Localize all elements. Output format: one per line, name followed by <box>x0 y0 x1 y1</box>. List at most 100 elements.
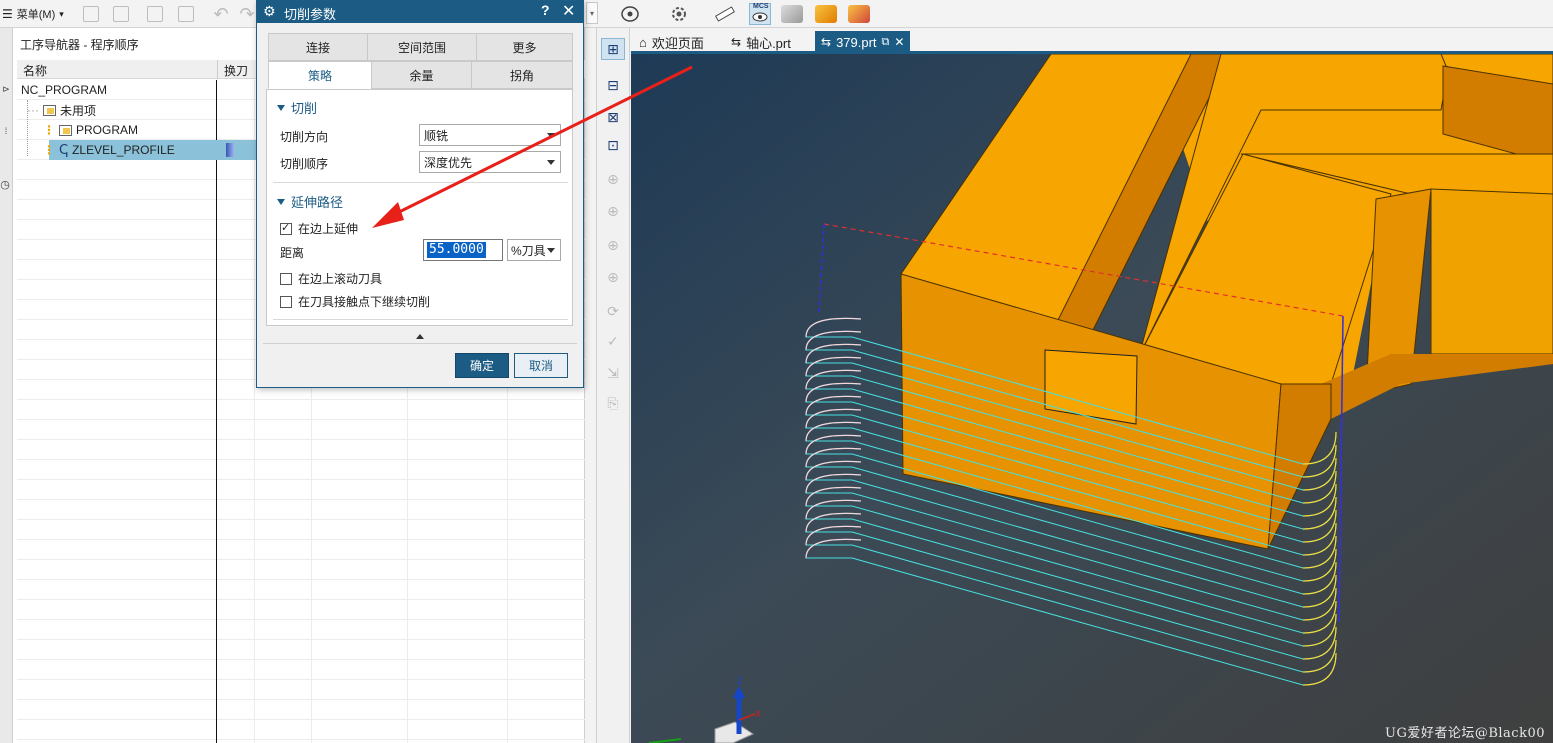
table-row <box>17 520 585 540</box>
measure-icon[interactable] <box>714 3 736 25</box>
continue-cut-label: 在刀具接触点下继续切削 <box>298 295 431 309</box>
chevron-down-icon: ▾ <box>59 8 64 19</box>
top-toolbar: ☰ 菜单(M) ▾ ↶ ↷ ▾ MCS <box>0 0 1553 28</box>
tab-more[interactable]: 更多 <box>476 33 573 61</box>
tool-change-icon <box>226 143 234 157</box>
gear-icon: ⚙ <box>263 3 276 19</box>
create-method-icon[interactable]: ⊕ <box>601 266 625 288</box>
undo-icon[interactable]: ↶ <box>210 3 232 25</box>
redo-icon[interactable]: ↷ <box>236 3 258 25</box>
cancel-button[interactable]: 取消 <box>514 353 568 378</box>
section-cut-header[interactable]: 切削 <box>277 98 317 117</box>
table-row <box>17 500 585 520</box>
distance-input[interactable]: 55.0000 <box>423 239 503 261</box>
mcs-label: MCS <box>753 3 769 10</box>
close-button[interactable]: ✕ <box>562 1 575 21</box>
menu-label: 菜单(M) <box>16 9 56 21</box>
cut-parameters-dialog: ⚙ 切削参数 ? ✕ 连接 空间范围 更多 策略 余量 拐角 切削 切削方向 顺… <box>256 0 584 388</box>
create-program-icon[interactable]: ⊕ <box>601 168 625 190</box>
select-value: %刀具 <box>511 243 546 258</box>
generate-toolpath-icon[interactable]: ⟳ <box>601 300 625 322</box>
table-row <box>17 620 585 640</box>
tree-item-program[interactable]: ⋮ PROGRAM <box>43 120 138 140</box>
extend-on-edge-checkbox[interactable] <box>280 221 292 235</box>
tree-item-nc-program[interactable]: NC_PROGRAM <box>21 80 107 100</box>
roll-tool-checkbox[interactable] <box>280 272 292 285</box>
folder-icon <box>43 104 56 116</box>
popout-icon[interactable]: ⧉ <box>882 36 890 49</box>
tab-space-range[interactable]: 空间范围 <box>367 33 477 61</box>
nav-pin-icon[interactable]: ⊳ <box>0 84 12 100</box>
save-icon[interactable] <box>144 3 166 25</box>
program-order-view-icon[interactable]: ⊞ <box>601 38 625 60</box>
dialog-title: 切削参数 <box>284 7 337 22</box>
continue-cut-checkbox[interactable] <box>280 295 292 308</box>
method-icon[interactable] <box>848 3 870 25</box>
column-name[interactable]: 名称 <box>23 62 47 79</box>
view-triad-icon[interactable] <box>620 3 642 25</box>
tree-item-label: 未用项 <box>60 103 97 118</box>
postprocess-icon[interactable]: ⇲ <box>601 362 625 384</box>
tab-welcome[interactable]: ⌂ 欢迎页面 <box>633 31 710 53</box>
tab-strategy[interactable]: 策略 <box>268 61 372 89</box>
tab-label: 379.prt <box>836 34 877 50</box>
settings-icon[interactable] <box>668 3 690 25</box>
tree-item-label: ZLEVEL_PROFILE <box>72 143 175 157</box>
geometry-icon[interactable] <box>815 3 837 25</box>
ok-button[interactable]: 确定 <box>455 353 509 378</box>
cut-order-select[interactable]: 深度优先 <box>419 151 561 173</box>
collapse-up-icon[interactable] <box>416 334 424 339</box>
tree-item-zlevel-profile[interactable]: ⋮ ↅ ZLEVEL_PROFILE <box>43 140 175 160</box>
shop-doc-icon[interactable]: ⎘ <box>601 392 625 414</box>
select-value: 深度优先 <box>424 155 473 170</box>
open-icon[interactable] <box>110 3 132 25</box>
navigator-title: 工序导航器 - 程序顺序 <box>20 38 139 52</box>
distance-label: 距离 <box>280 246 305 260</box>
create-geometry-icon[interactable]: ⊕ <box>601 234 625 256</box>
roll-tool-option[interactable]: 在边上滚动刀具 <box>280 270 382 287</box>
tool-icon[interactable] <box>781 3 803 25</box>
geometry-view-icon[interactable]: ⊠ <box>601 106 625 128</box>
menu-button[interactable]: ☰ 菜单(M) ▾ <box>2 5 64 23</box>
continue-cut-option[interactable]: 在刀具接触点下继续切削 <box>280 293 430 310</box>
dialog-titlebar: ⚙ 切削参数 ? ✕ <box>257 1 583 23</box>
graphics-viewport[interactable]: Z X <box>631 54 1553 743</box>
table-row <box>17 420 585 440</box>
collapse-triangle-icon <box>277 104 285 111</box>
tab-axis-part[interactable]: ⇆ 轴心.prt <box>725 31 797 53</box>
nav-tab-icon[interactable]: ⁞ <box>0 126 12 142</box>
tree-item-unused[interactable]: ··· 未用项 <box>27 100 96 120</box>
resource-bar: ⊳ ⁞ ◷ <box>0 28 13 743</box>
help-button[interactable]: ? <box>541 2 550 18</box>
save-as-icon[interactable] <box>175 3 197 25</box>
folder-icon <box>59 124 72 136</box>
cut-direction-select[interactable]: 顺铣 <box>419 124 561 146</box>
toolbar-overflow-dropdown[interactable]: ▾ <box>586 2 598 24</box>
distance-unit-select[interactable]: %刀具 <box>507 239 561 261</box>
table-row <box>17 400 585 420</box>
extend-on-edge-option[interactable]: 在边上延伸 <box>280 220 358 237</box>
select-value: 顺铣 <box>424 128 449 143</box>
verify-toolpath-icon[interactable]: ✓ <box>601 330 625 352</box>
history-icon[interactable]: ◷ <box>0 178 12 194</box>
tab-stock[interactable]: 余量 <box>371 61 472 89</box>
new-part-icon[interactable] <box>80 3 102 25</box>
machine-tool-view-icon[interactable]: ⊟ <box>601 74 625 96</box>
method-view-icon[interactable]: ⊡ <box>601 134 625 156</box>
section-extend-header[interactable]: 延伸路径 <box>277 192 343 211</box>
tab-connect[interactable]: 连接 <box>268 33 368 61</box>
tab-379-part[interactable]: ⇆ 379.prt ⧉ ✕ <box>815 31 911 53</box>
table-row <box>17 680 585 700</box>
part-icon: ⇆ <box>821 35 832 49</box>
table-row <box>17 440 585 460</box>
mcs-icon[interactable]: MCS <box>749 3 771 25</box>
create-tool-icon[interactable]: ⊕ <box>601 200 625 222</box>
close-icon[interactable]: ✕ <box>894 35 904 49</box>
distance-value: 55.0000 <box>427 242 486 258</box>
axis-z-label: Z <box>737 676 743 686</box>
column-tool-change[interactable]: 换刀 <box>224 62 248 79</box>
table-row <box>17 540 585 560</box>
viewport-scene: Z X <box>631 54 1553 743</box>
axis-x-label: X <box>755 709 761 719</box>
tab-corners[interactable]: 拐角 <box>471 61 573 89</box>
